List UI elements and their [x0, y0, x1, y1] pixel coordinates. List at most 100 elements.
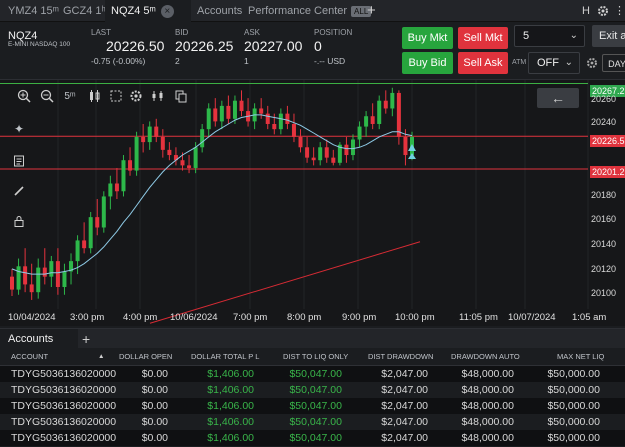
- atm-select[interactable]: OFF ⌄: [528, 52, 580, 74]
- more-icon[interactable]: ⋮: [614, 0, 625, 22]
- column-header-account[interactable]: ACCOUNT: [11, 348, 48, 366]
- quantity-value: 5: [523, 30, 530, 42]
- accounts-panel-tab[interactable]: Accounts: [0, 329, 78, 349]
- chevron-down-icon: ⌄: [564, 57, 573, 68]
- cell-max: $50,000.00: [547, 384, 600, 396]
- chart-settings-icon[interactable]: [128, 89, 144, 105]
- cell-liq: $50,047.00: [289, 432, 342, 444]
- buy-mkt-button[interactable]: Buy Mkt: [402, 27, 453, 49]
- candle-body: [180, 160, 185, 166]
- candle-body: [167, 149, 172, 156]
- candle-body: [305, 147, 310, 158]
- indicators-icon[interactable]: [150, 89, 166, 105]
- candle-body: [88, 217, 93, 249]
- bid-size: 2: [175, 56, 180, 66]
- column-header-dollar-open[interactable]: DOLLAR OPEN: [119, 348, 172, 366]
- atm-settings-icon[interactable]: [586, 56, 598, 68]
- crosshair-icon[interactable]: ✦: [9, 119, 29, 139]
- cell-liq: $50,047.00: [289, 384, 342, 396]
- quantity-select[interactable]: 5 ⌄: [514, 25, 585, 47]
- cell-max: $50,000.00: [547, 416, 600, 428]
- candle-body: [16, 266, 21, 290]
- add-tab-button[interactable]: +: [367, 0, 376, 22]
- cell-dd: $2,047.00: [381, 384, 428, 396]
- tab-accounts[interactable]: Accounts: [197, 0, 242, 22]
- candle-body: [128, 160, 133, 171]
- candle-body: [134, 136, 139, 171]
- cell-open: $0.00: [141, 400, 168, 412]
- last-label: LAST: [91, 28, 112, 37]
- sort-asc-icon[interactable]: ▲: [98, 348, 104, 366]
- candle-body: [147, 126, 152, 143]
- cell-open: $0.00: [141, 432, 168, 444]
- candle-body: [324, 147, 329, 158]
- tab-performance-center[interactable]: Performance Center ALL: [248, 0, 372, 22]
- settings-icon[interactable]: [597, 0, 611, 22]
- cell-auto: $48,000.00: [461, 368, 514, 380]
- candle-body: [193, 147, 198, 168]
- position-pnl: -.-- USD: [314, 56, 346, 66]
- zoom-out-icon[interactable]: [39, 89, 55, 105]
- column-header-drawdown-auto[interactable]: DRAWDOWN AUTO: [451, 348, 520, 366]
- sell-ask-button[interactable]: Sell Ask: [458, 52, 508, 74]
- notes-icon[interactable]: [9, 151, 29, 171]
- back-button[interactable]: ←: [537, 88, 579, 108]
- candle-body: [23, 266, 28, 285]
- table-row[interactable]: TDYG5036136020000 $0.00 $1,406.00 $50,047.0…: [0, 430, 625, 446]
- candle-body: [121, 160, 126, 192]
- exit-all-button[interactable]: Exit a: [592, 25, 625, 47]
- buy-bid-button[interactable]: Buy Bid: [402, 52, 453, 74]
- candle-body: [318, 147, 323, 161]
- layout-icon[interactable]: [173, 89, 189, 105]
- h-button[interactable]: H: [582, 0, 590, 22]
- last-change: -0.75 (-0.00%): [91, 56, 146, 66]
- chart-canvas[interactable]: [0, 80, 625, 327]
- table-row[interactable]: TDYG5036136020000 $0.00 $1,406.00 $50,047.0…: [0, 366, 625, 382]
- candle-body: [239, 100, 244, 112]
- tab-label: NQZ4 5ᵐ: [111, 5, 156, 17]
- add-panel-button[interactable]: +: [82, 329, 90, 349]
- candle-body: [82, 240, 87, 249]
- column-header-total-pl[interactable]: DOLLAR TOTAL P L: [191, 348, 259, 366]
- candle-body: [62, 271, 67, 288]
- price-chart[interactable]: 5ᵐ ← ✦ 20267.2 20226.5 20201.2 20260 202…: [0, 79, 625, 326]
- sell-mkt-button[interactable]: Sell Mkt: [458, 27, 508, 49]
- tab-nqz4[interactable]: NQZ4 5ᵐ ×: [105, 0, 191, 22]
- column-header-dist-drawdown[interactable]: DIST DRAWDOWN: [368, 348, 433, 366]
- chevron-down-icon: ⌄: [569, 30, 578, 41]
- zoom-in-icon[interactable]: [16, 89, 32, 105]
- entry-marker: [408, 153, 416, 159]
- draw-line-icon[interactable]: [9, 181, 29, 201]
- x-tick-label: 3:00 pm: [70, 312, 105, 323]
- table-row[interactable]: TDYG5036136020000 $0.00 $1,406.00 $50,047.0…: [0, 398, 625, 414]
- candle-body: [311, 157, 316, 161]
- lock-icon[interactable]: [9, 211, 29, 231]
- cell-open: $0.00: [141, 384, 168, 396]
- candle-body: [108, 183, 113, 197]
- ask-label: ASK: [244, 28, 261, 37]
- cell-max: $50,000.00: [547, 368, 600, 380]
- tab-ymz4[interactable]: YMZ4 15ᵐ: [8, 0, 59, 22]
- table-row[interactable]: TDYG5036136020000 $0.00 $1,406.00 $50,047.0…: [0, 414, 625, 430]
- x-tick-label: 8:00 pm: [287, 312, 322, 323]
- candle-type-icon[interactable]: [87, 89, 103, 105]
- table-row[interactable]: TDYG5036136020000 $0.00 $1,406.00 $50,047.0…: [0, 382, 625, 398]
- price-tag-last: 20226.5: [590, 135, 625, 147]
- bid-price: 20226.25: [175, 38, 234, 54]
- y-tick-label: 20260: [591, 94, 617, 104]
- timeframe-selector[interactable]: 5ᵐ: [61, 89, 79, 105]
- tif-select[interactable]: DAY: [602, 54, 625, 72]
- selection-icon[interactable]: [108, 89, 124, 105]
- cell-total: $1,406.00: [207, 368, 254, 380]
- candle-body: [206, 108, 211, 130]
- tab-gcz4[interactable]: GCZ4 1ʰ: [63, 0, 106, 22]
- candle-body: [101, 196, 106, 228]
- close-tab-icon[interactable]: ×: [160, 4, 174, 18]
- cell-auto: $48,000.00: [461, 432, 514, 444]
- candle-body: [219, 105, 224, 122]
- tab-bar: YMZ4 15ᵐ GCZ4 1ʰ NQZ4 5ᵐ × Accounts Perfo…: [0, 0, 625, 22]
- cell-liq: $50,047.00: [289, 416, 342, 428]
- bid-label: BID: [175, 28, 189, 37]
- column-header-dist-liq[interactable]: DIST TO LIQ ONLY: [283, 348, 348, 366]
- column-header-max-net-liq[interactable]: MAX NET LIQ: [557, 348, 604, 366]
